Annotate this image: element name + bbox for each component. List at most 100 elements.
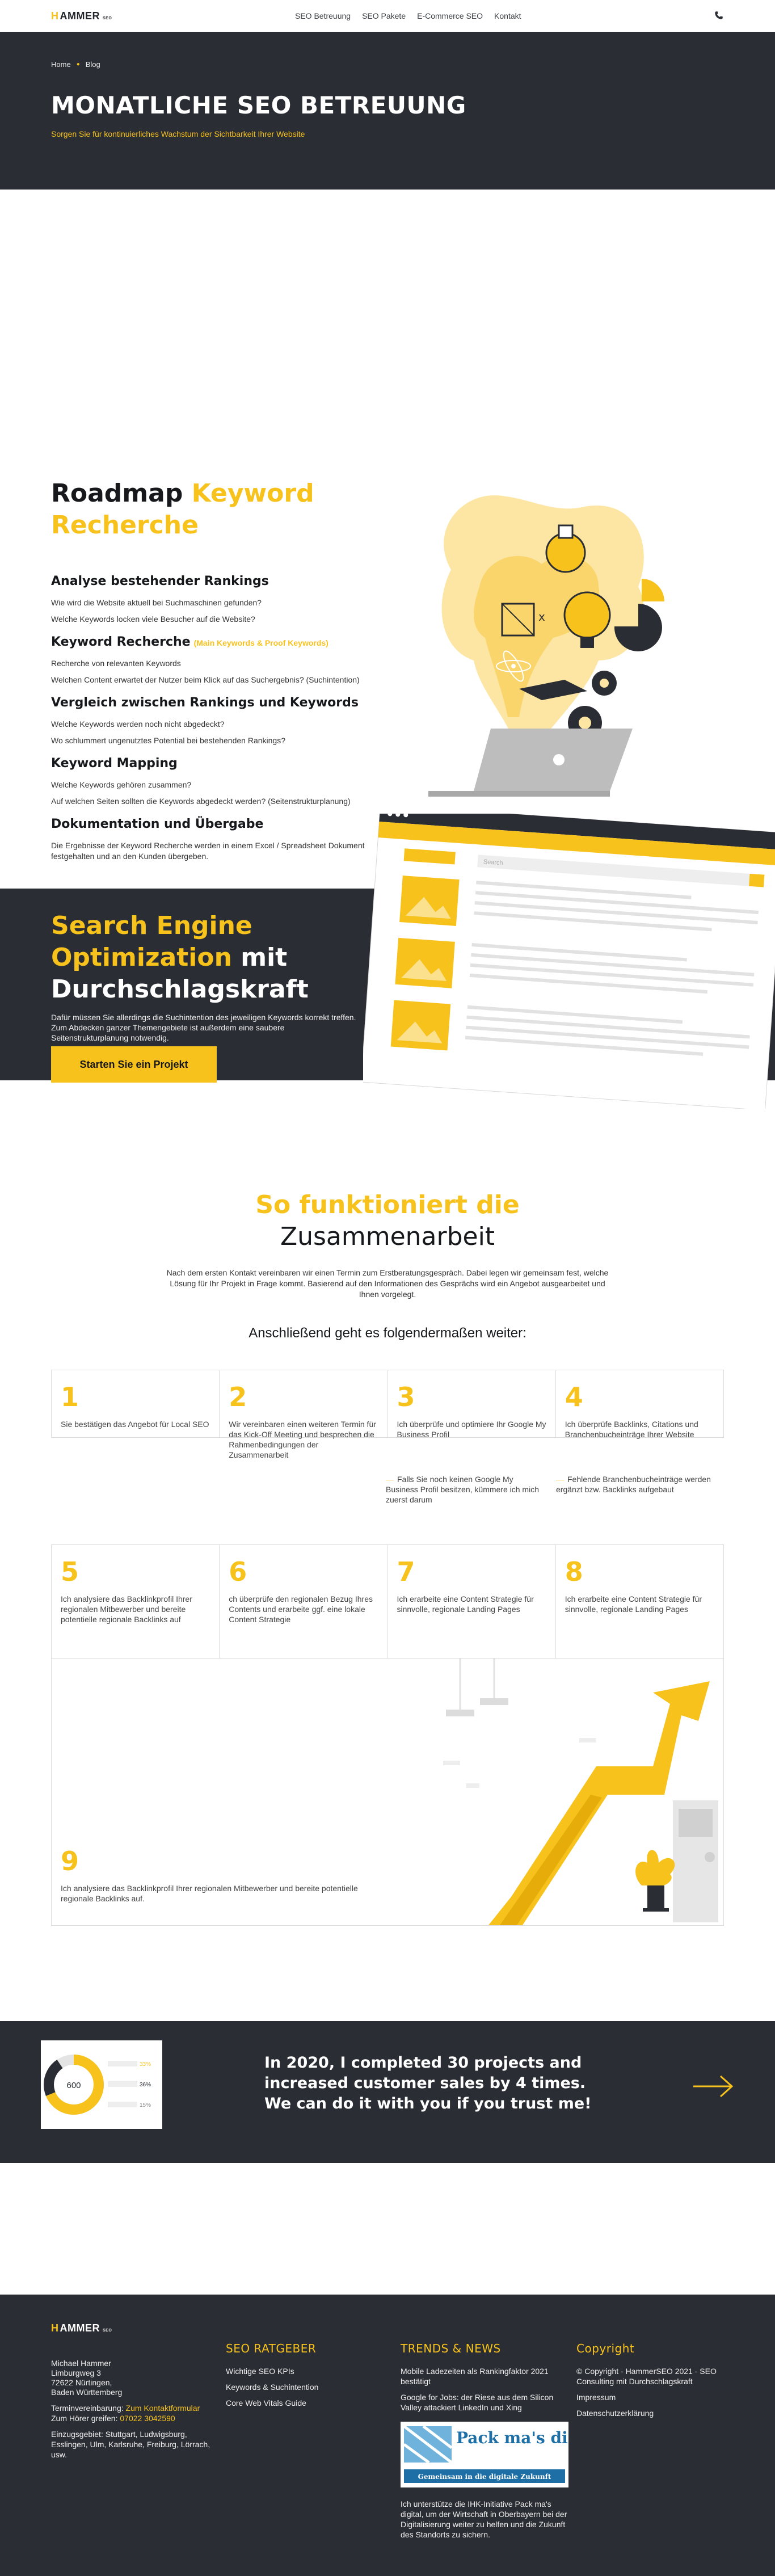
badge-title: Pack ma's digital xyxy=(456,2428,568,2447)
footer-spacer xyxy=(0,2163,775,2295)
breadcrumb-home[interactable]: Home xyxy=(51,60,71,69)
stat-row-value: 33% xyxy=(140,2061,151,2068)
nav-link-seo-pakete[interactable]: SEO Pakete xyxy=(362,11,406,20)
roadmap-item-tag: (Main Keywords & Proof Keywords) xyxy=(193,638,328,647)
breadcrumb-separator-icon: ● xyxy=(76,61,80,68)
roadmap-item-line: Welchen Content erwartet der Nutzer beim… xyxy=(51,675,360,684)
footer-link[interactable]: Wichtige SEO KPIs xyxy=(226,2366,379,2376)
footer-col-contact: H AMMER SEO Michael Hammer Limburgweg 3 72… xyxy=(51,2323,216,2465)
footer-link[interactable]: Keywords & Suchintention xyxy=(226,2382,379,2392)
donut-value: 600 xyxy=(66,2081,81,2090)
footer-col-title: TRENDS & NEWS xyxy=(401,2342,501,2355)
step-text: Ich analysiere das Backlinkprofil Ihrer … xyxy=(61,1594,192,1624)
note-dash-icon: — xyxy=(386,1475,394,1484)
arrow-right-icon[interactable] xyxy=(693,2075,734,2098)
how-title-plain: Zusammenarbeit xyxy=(280,1222,495,1251)
how-intro: Nach dem ersten Kontakt vereinbaren wir … xyxy=(166,1268,609,1299)
footer-link[interactable]: Core Web Vitals Guide xyxy=(226,2398,379,2408)
roadmap-item: Keyword Mapping Welche Keywords gehören … xyxy=(51,756,403,807)
step-number: 3 xyxy=(397,1382,415,1412)
step-text: Ich überprüfe Backlinks, Citations und B… xyxy=(565,1420,698,1439)
roadmap-item-line: Welche Keywords gehören zusammen? xyxy=(51,780,192,789)
badge-subtitle: Gemeinsam in die digitale Zukunft xyxy=(418,2473,551,2481)
step-4-note: — Fehlende Branchenbucheinträge werden er… xyxy=(556,1474,715,1495)
step-number: 2 xyxy=(229,1382,247,1412)
footer-link[interactable]: Mobile Ladezeiten als Rankingfaktor 2021… xyxy=(401,2366,571,2386)
roadmap-item-line: Recherche von relevanten Keywords xyxy=(51,659,181,668)
steps-row-2: 5 Ich analysiere das Backlinkprofil Ihrer… xyxy=(51,1544,724,1658)
footer-address: Michael Hammer Limburgweg 3 72622 Nürtin… xyxy=(51,2359,216,2397)
footer-col-copyright: Copyright © Copyright - HammerSEO 2021 -… xyxy=(576,2343,735,2424)
roadmap-item-heading: Vergleich zwischen Rankings und Keywords xyxy=(51,696,359,710)
roadmap-title-plain: Roadmap xyxy=(51,479,183,508)
growth-arrow-illustration xyxy=(443,1659,718,1925)
address-line: 72622 Nürtingen, xyxy=(51,2378,112,2387)
roadmap-item-heading: Keyword Mapping xyxy=(51,756,178,771)
footer-link[interactable]: Google for Jobs: der Riese aus dem Silic… xyxy=(401,2392,571,2413)
impressum-link[interactable]: Impressum xyxy=(576,2392,735,2402)
footer: H AMMER SEO Michael Hammer Limburgweg 3 72… xyxy=(0,2295,775,2576)
appointment-mid: Zum Hörer greifen: xyxy=(51,2414,120,2423)
logo[interactable]: H AMMER SEO xyxy=(51,10,112,22)
step-number: 7 xyxy=(397,1556,415,1587)
step-9-card: 9 Ich analysiere das Backlinkprofil Ihre… xyxy=(51,1658,724,1926)
browser-search-placeholder: Search xyxy=(483,858,503,866)
footer-col-title: SEO RATGEBER xyxy=(226,2342,317,2355)
step-card: 3 Ich überprüfe und optimiere Ihr Google … xyxy=(388,1370,556,1439)
footer-logo-text: AMMER xyxy=(60,2322,100,2334)
step-text: Wir vereinbaren einen weiteren Termin fü… xyxy=(229,1420,376,1459)
footer-col-news: TRENDS & NEWS Mobile Ladezeiten als Rank… xyxy=(401,2342,609,2545)
step-text: Ich erarbeite eine Content Strategie für… xyxy=(565,1594,702,1614)
roadmap-item-line: Welche Keywords locken viele Besucher au… xyxy=(51,614,255,624)
step-card: 5 Ich analysiere das Backlinkprofil Ihrer… xyxy=(52,1545,220,1658)
step-card: 4 Ich überprüfe Backlinks, Citations und … xyxy=(556,1370,724,1439)
footer-logo[interactable]: H AMMER SEO xyxy=(51,2323,216,2336)
pack-mas-digital-badge[interactable]: Pack ma's digital Gemeinsam in die digit… xyxy=(401,2422,609,2487)
roadmap-item: Keyword Recherche (Main Keywords & Proof … xyxy=(51,635,403,685)
roadmap-item-heading-text: Keyword Recherche xyxy=(51,635,191,649)
breadcrumb-blog[interactable]: Blog xyxy=(86,60,100,69)
nav-link-seo-betreuung[interactable]: SEO Betreuung xyxy=(295,11,351,20)
contact-form-link[interactable]: Zum Kontaktformular xyxy=(126,2404,200,2413)
step-card: 1 Sie bestätigen das Angebot für Local SE… xyxy=(52,1370,220,1437)
appointment-prefix: Terminvereinbarung: xyxy=(51,2404,126,2413)
seo-title-accent: Search Engine Optimization xyxy=(51,911,252,972)
step-number: 5 xyxy=(61,1556,79,1587)
logo-text: AMMER xyxy=(60,10,100,22)
step-card: 6 ch überprüfe den regionalen Bezug Ihres… xyxy=(220,1545,388,1658)
address-line: Baden Württemberg xyxy=(51,2388,123,2397)
seo-section: Search Engine Optimization mit Durchschl… xyxy=(0,814,775,1109)
start-project-button[interactable]: Starten Sie ein Projekt xyxy=(51,1046,217,1083)
privacy-link[interactable]: Datenschutzerklärung xyxy=(576,2408,735,2418)
nav-link-kontakt[interactable]: Kontakt xyxy=(494,11,521,20)
browser-illustration: Search xyxy=(363,814,775,1109)
step-number: 1 xyxy=(61,1382,79,1412)
svg-text:x: x xyxy=(538,610,545,624)
address-line: Michael Hammer xyxy=(51,2359,111,2368)
phone-link[interactable]: 07022 3042590 xyxy=(120,2414,175,2423)
phone-icon[interactable] xyxy=(714,10,724,20)
step-number: 6 xyxy=(229,1556,247,1587)
step-number: 4 xyxy=(565,1382,583,1412)
logo-sup: SEO xyxy=(103,16,112,20)
top-nav: H AMMER SEO SEO Betreuung SEO Pakete E-Com… xyxy=(0,0,775,32)
stat-row-value: 15% xyxy=(140,2102,151,2108)
roadmap-title: Roadmap Keyword Recherche xyxy=(51,478,369,541)
roadmap-item-line: Auf welchen Seiten sollten die Keywords … xyxy=(51,797,351,806)
roadmap-item-heading: Analyse bestehender Rankings xyxy=(51,574,269,588)
step-card: 2 Wir vereinbaren einen weiteren Termin f… xyxy=(220,1370,388,1459)
how-title: So funktioniert die Zusammenarbeit xyxy=(0,1189,775,1253)
nav-links: SEO Betreuung SEO Pakete E-Commerce SEO … xyxy=(295,0,521,32)
nav-link-ecommerce-seo[interactable]: E-Commerce SEO xyxy=(417,11,483,20)
step-text: Ich überprüfe und optimiere Ihr Google M… xyxy=(397,1420,546,1439)
breadcrumb: Home ● Blog xyxy=(51,60,724,69)
science-laptop-illustration: x xyxy=(428,495,664,797)
roadmap-item-line: Wo schlummert ungenutztes Potential bei … xyxy=(51,736,285,745)
copyright-text: © Copyright - HammerSEO 2021 - SEO Consu… xyxy=(576,2367,717,2386)
footer-col-title: Copyright xyxy=(576,2342,635,2355)
step-text: Ich analysiere das Backlinkprofil Ihrer … xyxy=(61,1884,358,1903)
stats-headline: In 2020, I completed 30 projects and inc… xyxy=(264,2054,592,2112)
address-line: Limburgweg 3 xyxy=(51,2368,101,2377)
how-it-works-section: So funktioniert die Zusammenarbeit Nach d… xyxy=(0,1080,775,2021)
footer-logo-sup: SEO xyxy=(103,2329,112,2333)
